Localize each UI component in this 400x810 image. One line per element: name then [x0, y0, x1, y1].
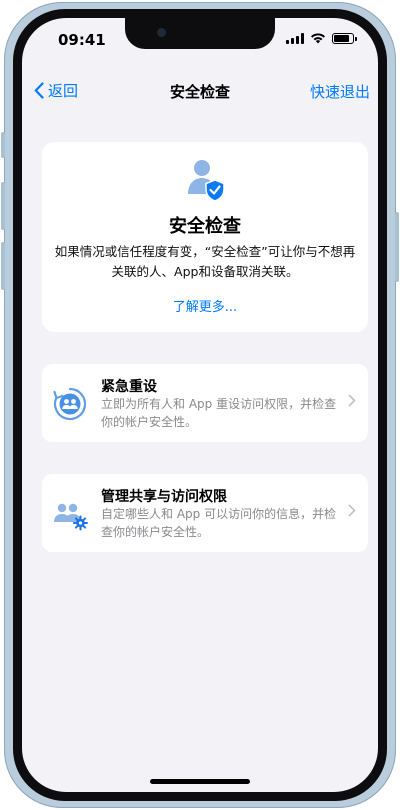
status-time: 09:41: [58, 31, 106, 49]
emergency-reset-title: 紧急重设: [101, 379, 157, 395]
chevron-right-icon: [348, 504, 356, 517]
phone-bezel: 09:41 返回 安全检查 快速退出 安全检查 如果情况或信任程度有变，“安全检…: [13, 9, 387, 801]
manage-sharing-row[interactable]: 管理共享与访问权限 自定哪些人和 App 可以访问你的信息，并检查你的帐户安全性…: [42, 474, 368, 552]
battery-icon: [332, 32, 357, 44]
hero-title: 安全检查: [169, 216, 241, 237]
wifi-icon: [311, 33, 325, 44]
emergency-reset-icon: [53, 387, 87, 421]
learn-more-link[interactable]: 了解更多...: [42, 296, 368, 315]
navigation-bar: 返回 安全检查 快速退出: [22, 76, 378, 106]
mute-switch: [1, 132, 5, 158]
volume-down-button: [1, 242, 5, 290]
status-icons: [286, 32, 357, 44]
hero-description: 如果情况或信任程度有变，“安全检查”可让你与不想再关联的人、App和设备取消关联…: [54, 244, 356, 279]
quick-exit-button[interactable]: 快速退出: [310, 81, 370, 102]
manage-sharing-title: 管理共享与访问权限: [101, 489, 227, 505]
notch: [125, 18, 275, 49]
front-camera: [157, 28, 166, 37]
power-button: [395, 212, 399, 282]
safety-check-intro-card: 安全检查 如果情况或信任程度有变，“安全检查”可让你与不想再关联的人、App和设…: [42, 142, 368, 332]
emergency-reset-row[interactable]: 紧急重设 立即为所有人和 App 重设访问权限，并检查你的帐户安全性。: [42, 364, 368, 442]
manage-sharing-description: 自定哪些人和 App 可以访问你的信息，并检查你的帐户安全性。: [101, 507, 337, 539]
emergency-reset-description: 立即为所有人和 App 重设访问权限，并检查你的帐户安全性。: [101, 397, 337, 429]
home-indicator[interactable]: [150, 779, 250, 784]
cellular-signal-icon: [286, 32, 304, 44]
phone-frame: 09:41 返回 安全检查 快速退出 安全检查 如果情况或信任程度有变，“安全检…: [1, 2, 399, 808]
person-shield-icon: [188, 160, 225, 202]
volume-up-button: [1, 182, 5, 230]
manage-sharing-icon: [54, 503, 88, 531]
screen: 09:41 返回 安全检查 快速退出 安全检查 如果情况或信任程度有变，“安全检…: [22, 18, 378, 792]
chevron-right-icon: [348, 394, 356, 407]
